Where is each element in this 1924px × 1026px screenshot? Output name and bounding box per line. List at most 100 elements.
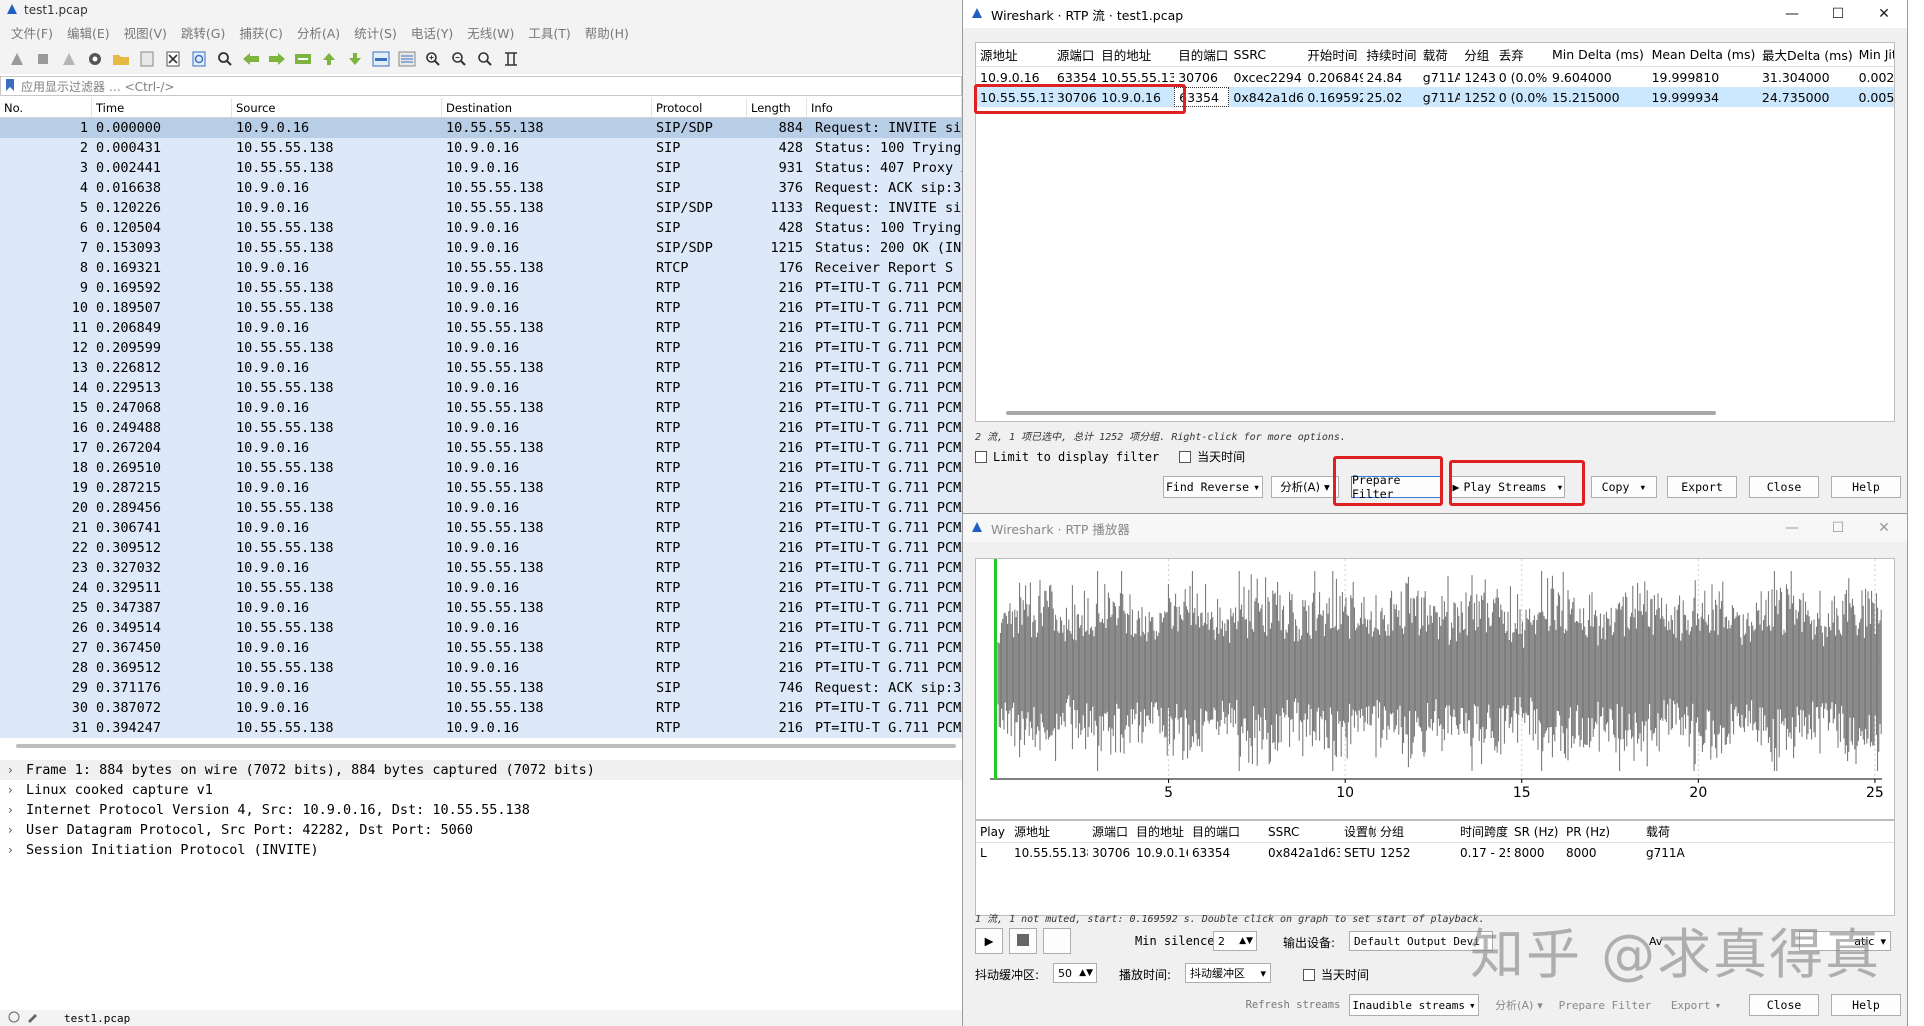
rtp-col-header[interactable]: 丢弃 xyxy=(1495,43,1548,66)
rtp-col-header[interactable]: Min Delta (ms) xyxy=(1548,43,1648,66)
table-row[interactable]: 16 0.249488 10.55.55.138 10.9.0.16 RTP 216 PT=… xyxy=(0,418,962,438)
bookmark-icon[interactable] xyxy=(5,78,15,95)
menu-item-2[interactable]: 视图(V) xyxy=(117,23,174,42)
table-row[interactable]: 15 0.247068 10.9.0.16 10.55.55.138 RTP 216 PT=… xyxy=(0,398,962,418)
play-button[interactable]: ▶ xyxy=(975,928,1003,954)
stop-capture-icon[interactable] xyxy=(32,48,54,70)
menu-item-7[interactable]: 电话(Y) xyxy=(404,23,460,42)
normal-size-icon[interactable] xyxy=(474,48,496,70)
time-of-day-checkbox[interactable] xyxy=(1179,450,1192,463)
player-col-header[interactable]: 载荷 xyxy=(1642,821,1670,842)
menu-item-6[interactable]: 统计(S) xyxy=(347,23,404,42)
table-row[interactable]: 30 0.387072 10.9.0.16 10.55.55.138 RTP 216 PT=… xyxy=(0,698,962,718)
min-silence-spinbox[interactable]: 2 ▲▼ xyxy=(1213,931,1257,951)
table-row[interactable]: 26 0.349514 10.55.55.138 10.9.0.16 RTP 216 PT=… xyxy=(0,618,962,638)
table-row[interactable]: 7 0.153093 10.55.55.138 10.9.0.16 SIP/SDP 121… xyxy=(0,238,962,258)
table-row[interactable]: 10 0.189507 10.55.55.138 10.9.0.16 RTP 216 PT=… xyxy=(0,298,962,318)
player-prepare-filter-button[interactable]: Prepare Filter xyxy=(1557,994,1653,1016)
table-row[interactable]: 19 0.287215 10.9.0.16 10.55.55.138 RTP 216 PT=… xyxy=(0,478,962,498)
go-to-packet-icon[interactable] xyxy=(292,48,314,70)
col-header-destination[interactable]: Destination xyxy=(442,98,652,117)
player-col-header[interactable]: 时间跨度 (s) xyxy=(1456,821,1510,842)
rtp-streams-hscrollbar[interactable] xyxy=(1006,411,1716,415)
table-row[interactable]: 6 0.120504 10.55.55.138 10.9.0.16 SIP 428 Stat… xyxy=(0,218,962,238)
detail-tree-item[interactable]: › User Datagram Protocol, Src Port: 42282… xyxy=(0,820,962,840)
player-export-button[interactable]: Export ▾ xyxy=(1661,994,1731,1016)
table-row[interactable]: 29 0.371176 10.9.0.16 10.55.55.138 SIP 746 Req… xyxy=(0,678,962,698)
player-close-button[interactable]: Close xyxy=(1749,994,1819,1016)
menu-item-8[interactable]: 无线(W) xyxy=(460,23,521,42)
table-row[interactable]: 28 0.369512 10.55.55.138 10.9.0.16 RTP 216 PT=… xyxy=(0,658,962,678)
search-icon[interactable] xyxy=(214,48,236,70)
player-analyze-button[interactable]: 分析(A) ▾ xyxy=(1487,994,1551,1016)
player-tod-box[interactable] xyxy=(1303,968,1315,981)
col-header-protocol[interactable]: Protocol xyxy=(652,98,747,117)
table-row[interactable]: 23 0.327032 10.9.0.16 10.55.55.138 RTP 216 PT=… xyxy=(0,558,962,578)
zoom-in-icon[interactable] xyxy=(422,48,444,70)
rtp-col-header[interactable]: Mean Delta (ms) xyxy=(1648,43,1758,66)
start-capture-icon[interactable] xyxy=(6,48,28,70)
reload-icon[interactable] xyxy=(188,48,210,70)
player-col-header[interactable]: 设置帧 xyxy=(1340,821,1376,842)
menu-item-0[interactable]: 文件(F) xyxy=(4,23,60,42)
go-back-icon[interactable] xyxy=(240,48,262,70)
playhead-marker[interactable] xyxy=(994,559,997,779)
waveform-svg[interactable]: 5 10 15 20 25 xyxy=(976,559,1894,819)
table-row[interactable]: 21 0.306741 10.9.0.16 10.55.55.138 RTP 216 PT=… xyxy=(0,518,962,538)
minimize-icon[interactable]: — xyxy=(1769,514,1815,542)
limit-display-filter-checkbox[interactable]: Limit to display filter 当天时间 xyxy=(975,448,1245,465)
col-header-no[interactable]: No. xyxy=(0,98,92,117)
analyze-button[interactable]: 分析(A) ▾ xyxy=(1271,476,1339,498)
rtp-col-header[interactable]: 目的地址 xyxy=(1097,43,1174,66)
rtp-col-header[interactable]: SSRC xyxy=(1229,43,1303,66)
table-row[interactable]: 11 0.206849 10.9.0.16 10.55.55.138 RTP 216 PT=… xyxy=(0,318,962,338)
menu-item-3[interactable]: 跳转(G) xyxy=(174,23,232,42)
chevron-right-icon[interactable]: › xyxy=(8,783,26,797)
capture-comment-icon[interactable] xyxy=(26,1011,38,1026)
copy-button[interactable]: Copy ▾ xyxy=(1591,476,1657,498)
export-button[interactable]: Export xyxy=(1667,476,1737,498)
rtp-col-header[interactable]: 分组 xyxy=(1460,43,1495,66)
table-row[interactable]: 1 0.000000 10.9.0.16 10.55.55.138 SIP/SDP 884… xyxy=(0,118,962,138)
playback-timing-select[interactable]: 抖动缓冲区 ▾ xyxy=(1185,963,1271,983)
table-row[interactable]: 25 0.347387 10.9.0.16 10.55.55.138 RTP 216 PT=… xyxy=(0,598,962,618)
detail-tree-item[interactable]: › Internet Protocol Version 4, Src: 10.9.… xyxy=(0,800,962,820)
waveform-graph[interactable]: 5 10 15 20 25 xyxy=(975,558,1895,820)
colorize-icon[interactable] xyxy=(396,48,418,70)
chevron-right-icon[interactable]: › xyxy=(8,843,26,857)
close-file-icon[interactable] xyxy=(162,48,184,70)
pause-button[interactable] xyxy=(1043,928,1071,954)
close-icon[interactable]: ✕ xyxy=(1861,514,1907,542)
go-first-icon[interactable] xyxy=(318,48,340,70)
help-button[interactable]: Help xyxy=(1831,476,1901,498)
close-icon[interactable]: ✕ xyxy=(1861,0,1907,28)
rtp-col-header[interactable]: 最大Delta (ms) xyxy=(1758,43,1855,66)
inaudible-streams-button[interactable]: Inaudible streams ▾ xyxy=(1349,994,1479,1016)
display-filter-bar[interactable]: 应用显示过滤器 … <Ctrl-/> xyxy=(0,76,962,96)
menu-item-9[interactable]: 工具(T) xyxy=(521,23,577,42)
zoom-out-icon[interactable] xyxy=(448,48,470,70)
chevron-right-icon[interactable]: › xyxy=(8,823,26,837)
display-filter-input[interactable]: 应用显示过滤器 … <Ctrl-/> xyxy=(21,78,174,95)
restart-capture-icon[interactable] xyxy=(58,48,80,70)
col-header-source[interactable]: Source xyxy=(232,98,442,117)
table-row[interactable]: 13 0.226812 10.9.0.16 10.55.55.138 RTP 216 PT=… xyxy=(0,358,962,378)
go-last-icon[interactable] xyxy=(344,48,366,70)
col-header-time[interactable]: Time xyxy=(92,98,232,117)
col-header-info[interactable]: Info xyxy=(807,98,962,117)
table-row[interactable]: 4 0.016638 10.9.0.16 10.55.55.138 SIP 376 Requ… xyxy=(0,178,962,198)
player-col-header[interactable]: SSRC xyxy=(1264,821,1340,842)
save-file-icon[interactable] xyxy=(136,48,158,70)
player-help-button[interactable]: Help xyxy=(1831,994,1901,1016)
open-file-icon[interactable] xyxy=(110,48,132,70)
spin-arrows-icon[interactable]: ▲▼ xyxy=(1239,936,1253,946)
detail-tree-item[interactable]: › Linux cooked capture v1 xyxy=(0,780,962,800)
player-time-of-day-checkbox[interactable]: 当天时间 xyxy=(1303,966,1369,983)
waveform-trace[interactable] xyxy=(997,571,1882,771)
maximize-icon[interactable]: ☐ xyxy=(1815,514,1861,542)
table-row[interactable]: 27 0.367450 10.9.0.16 10.55.55.138 RTP 216 PT=… xyxy=(0,638,962,658)
detail-tree-item[interactable]: › Session Initiation Protocol (INVITE) xyxy=(0,840,962,860)
find-reverse-button[interactable]: Find Reverse ▾ xyxy=(1163,476,1263,498)
rtp-col-header[interactable]: 目的端口 xyxy=(1174,43,1229,66)
table-row[interactable]: 12 0.209599 10.55.55.138 10.9.0.16 RTP 216 PT=… xyxy=(0,338,962,358)
